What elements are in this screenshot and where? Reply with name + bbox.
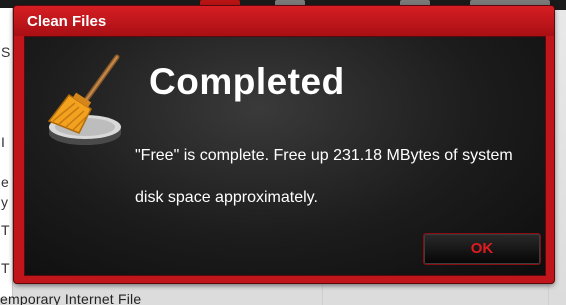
background-left-char: T (1, 222, 10, 238)
dialog-titlebar[interactable]: Clean Files (14, 6, 554, 36)
ok-button[interactable]: OK (423, 233, 541, 265)
clean-files-dialog: Clean Files Completed "Free" is complete… (14, 6, 554, 283)
background-left-char: S (1, 44, 11, 60)
background-divider (548, 285, 549, 305)
background-list-item: emporary Internet File (0, 291, 142, 305)
screen: S I e y T T emporary Internet File Clean… (0, 0, 566, 305)
background-left-column: S I e y T T (0, 8, 13, 298)
dialog-body: Completed "Free" is complete. Free up 23… (24, 36, 546, 276)
dialog-message: "Free" is complete. Free up 231.18 MByte… (135, 147, 513, 206)
dialog-heading: Completed (149, 61, 345, 102)
background-left-char: T (1, 260, 10, 276)
background-left-char: I (1, 134, 5, 150)
background-left-char: e (1, 174, 9, 190)
background-left-char: y (1, 194, 8, 210)
background-divider (322, 285, 323, 305)
dialog-title: Clean Files (27, 13, 107, 30)
broom-disk-icon (47, 54, 121, 145)
